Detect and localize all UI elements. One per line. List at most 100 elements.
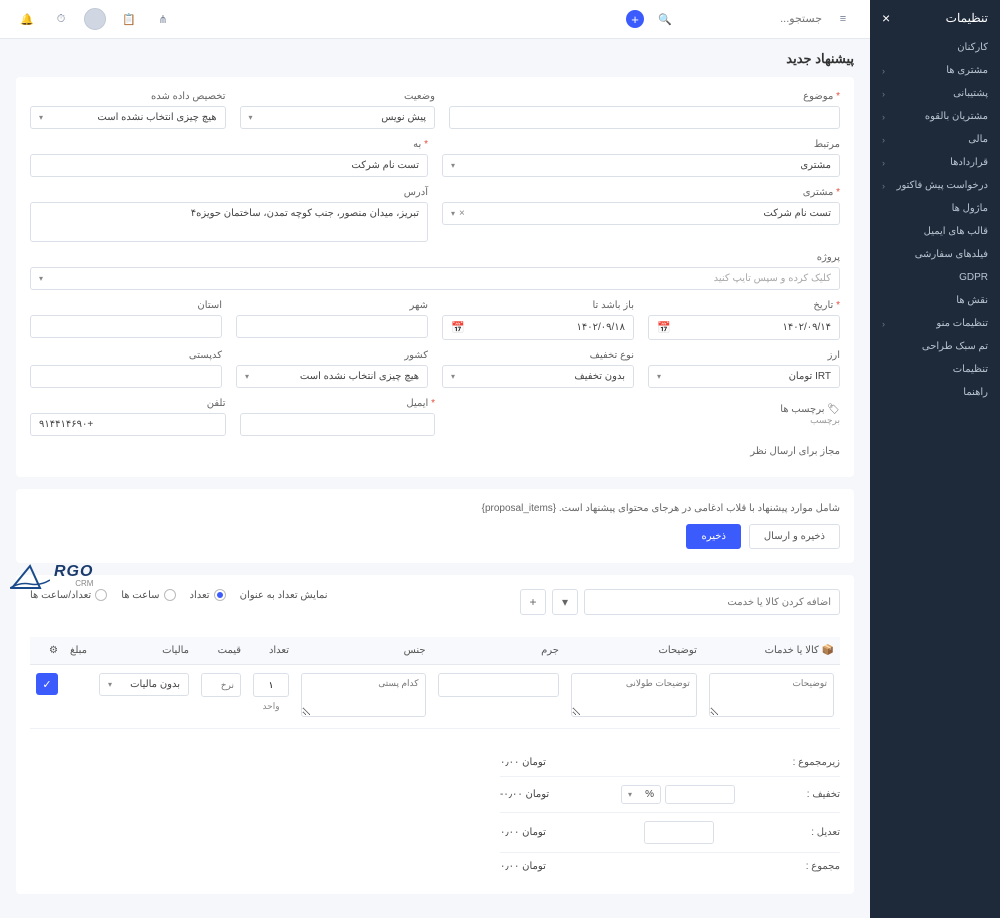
country-select[interactable]: هیچ چیزی انتخاب نشده است ▾ — [236, 365, 428, 388]
item-qty-input[interactable] — [253, 673, 289, 697]
chevron-down-icon: ▾ — [245, 372, 249, 381]
confirm-row-button[interactable]: ✓ — [36, 673, 58, 695]
discount-amount-input[interactable] — [665, 785, 735, 804]
currency-select[interactable]: IRT تومان ▾ — [648, 365, 840, 388]
address-textarea[interactable]: تبریز، میدان منصور، جنب کوچه تمدن، ساختم… — [30, 202, 428, 242]
date-input[interactable]: ۱۴۰۲/۰۹/۱۴ 📅 — [648, 315, 840, 340]
status-select[interactable]: پیش نویس ▾ — [240, 106, 436, 129]
adjust-input[interactable] — [644, 821, 714, 844]
search-input[interactable] — [682, 13, 822, 25]
col-settings[interactable]: ⚙ — [30, 637, 64, 665]
sidebar-item-14[interactable]: تنظیمات — [870, 358, 1000, 381]
merge-note: شامل موارد پیشنهاد با قلاب ادغامی در هرج… — [30, 503, 840, 514]
chevron-down-icon: ▾ — [451, 372, 455, 381]
related-select[interactable]: مشتری ▾ — [442, 154, 840, 177]
item-dropdown-button[interactable]: ▾ — [552, 589, 578, 615]
main-content: ≡ 🔍 + ⋔ 📋 ⏱ 🔔 پیشنهاد جدید موضو — [0, 0, 870, 918]
city-input[interactable] — [236, 315, 428, 338]
sidebar-item-12[interactable]: تنظیمات منو‹ — [870, 312, 1000, 335]
sidebar-item-5[interactable]: قراردادها‹ — [870, 151, 1000, 174]
phone-input[interactable] — [30, 413, 226, 436]
sidebar-item-3[interactable]: مشتریان بالقوه‹ — [870, 105, 1000, 128]
tags-sub: برچسب — [449, 415, 840, 426]
avatar[interactable] — [84, 8, 106, 30]
customer-select[interactable]: تست نام شرکت ×▾ — [442, 202, 840, 225]
sidebar-item-4[interactable]: مالی‹ — [870, 128, 1000, 151]
item-code-input[interactable] — [301, 673, 426, 717]
table-row: واحد بدون مالیات ▾ ✓ — [30, 665, 840, 729]
chevron-down-icon: ▾ — [451, 161, 455, 170]
zip-input[interactable] — [30, 365, 222, 388]
clipboard-icon[interactable]: 📋 — [118, 8, 140, 30]
chevron-left-icon: ‹ — [882, 158, 885, 168]
add-new-button[interactable]: + — [626, 10, 644, 28]
sidebar-title: تنظیمات — [946, 11, 988, 25]
qty-radio-hours[interactable]: ساعت ها — [121, 589, 175, 601]
item-tax-select[interactable]: بدون مالیات ▾ — [99, 673, 189, 696]
clear-icon[interactable]: × — [459, 208, 465, 219]
topbar: ≡ 🔍 + ⋔ 📋 ⏱ 🔔 — [0, 0, 870, 39]
sidebar-item-7[interactable]: ماژول ها — [870, 197, 1000, 220]
share-icon[interactable]: ⋔ — [152, 8, 174, 30]
sidebar-item-13[interactable]: تم سبک طراحی — [870, 335, 1000, 358]
currency-label: ارز — [648, 350, 840, 361]
sidebar-item-6[interactable]: درخواست پیش فاکتور‹ — [870, 174, 1000, 197]
add-item-button[interactable]: + — [520, 589, 546, 615]
chevron-left-icon: ‹ — [882, 319, 885, 329]
item-desc-input[interactable] — [709, 673, 834, 717]
chevron-down-icon: ▾ — [657, 372, 661, 381]
state-input[interactable] — [30, 315, 222, 338]
adjust-value: ۰٫۰۰ تومان — [500, 827, 546, 838]
item-longdesc-input[interactable] — [571, 673, 697, 717]
unit-label: واحد — [253, 701, 289, 712]
qty-radio-qty[interactable]: تعداد — [190, 589, 226, 601]
sidebar-item-10[interactable]: GDPR — [870, 266, 1000, 289]
sidebar-item-8[interactable]: قالب های ایمیل — [870, 220, 1000, 243]
bell-icon[interactable]: 🔔 — [16, 8, 38, 30]
chevron-left-icon: ‹ — [882, 89, 885, 99]
col-qty: تعداد — [247, 637, 295, 665]
item-rate-input[interactable] — [201, 673, 241, 697]
menu-icon[interactable]: ≡ — [832, 8, 854, 30]
city-label: شهر — [236, 300, 428, 311]
item-gram-input[interactable] — [438, 673, 559, 697]
tags-label: 🏷 برچسب ها — [449, 404, 840, 415]
logo: RGO CRM — [10, 562, 93, 590]
assigned-select[interactable]: هیچ چیزی انتخاب نشده است ▾ — [30, 106, 226, 129]
sidebar-item-1[interactable]: مشتری ها‹ — [870, 59, 1000, 82]
subject-input[interactable] — [449, 106, 840, 129]
adjust-label: تعدیل : — [811, 827, 840, 838]
timer-icon[interactable]: ⏱ — [50, 8, 72, 30]
discount-value: -۰٫۰۰ تومان — [500, 789, 549, 800]
save-send-button[interactable]: ذخیره و ارسال — [749, 524, 840, 549]
email-input[interactable] — [240, 413, 436, 436]
openuntil-input[interactable]: ۱۴۰۲/۰۹/۱۸ 📅 — [442, 315, 634, 340]
phone-label: تلفن — [30, 398, 226, 409]
calendar-icon: 📅 — [451, 321, 465, 334]
email-label: ایمیل — [240, 398, 436, 409]
qty-radio-qtyhours[interactable]: تعداد/ساعت ها — [30, 589, 107, 601]
discount-label: تخفیف : — [807, 789, 840, 800]
sidebar-item-15[interactable]: راهنما — [870, 381, 1000, 404]
sidebar-item-9[interactable]: فیلدهای سفارشی — [870, 243, 1000, 266]
discount-type-select[interactable]: بدون تخفیف ▾ — [442, 365, 634, 388]
sidebar-item-11[interactable]: نقش ها — [870, 289, 1000, 312]
subtotal-value: ۰٫۰۰ تومان — [500, 757, 546, 768]
to-input[interactable] — [30, 154, 428, 177]
sidebar-item-2[interactable]: پشتیبانی‹ — [870, 82, 1000, 105]
search-icon[interactable]: 🔍 — [654, 8, 676, 30]
close-icon[interactable]: × — [882, 10, 890, 26]
status-label: وضعیت — [240, 91, 436, 102]
zip-label: کدپستی — [30, 350, 222, 361]
sidebar-item-0[interactable]: کارکنان — [870, 36, 1000, 59]
save-button[interactable]: ذخیره — [686, 524, 740, 549]
related-label: مرتبط — [442, 139, 840, 150]
col-amount: مبلغ — [64, 637, 93, 665]
total-value: ۰٫۰۰ تومان — [500, 861, 546, 872]
items-card: شامل موارد پیشنهاد با قلاب ادغامی در هرج… — [16, 489, 854, 563]
col-gender: جنس — [295, 637, 432, 665]
add-item-input[interactable] — [584, 589, 840, 615]
project-select[interactable]: کلیک کرده و سپس تایپ کنید ▾ — [30, 267, 840, 290]
discount-unit-select[interactable]: % ▾ — [621, 785, 661, 804]
discount-type-label: نوع تخفیف — [442, 350, 634, 361]
